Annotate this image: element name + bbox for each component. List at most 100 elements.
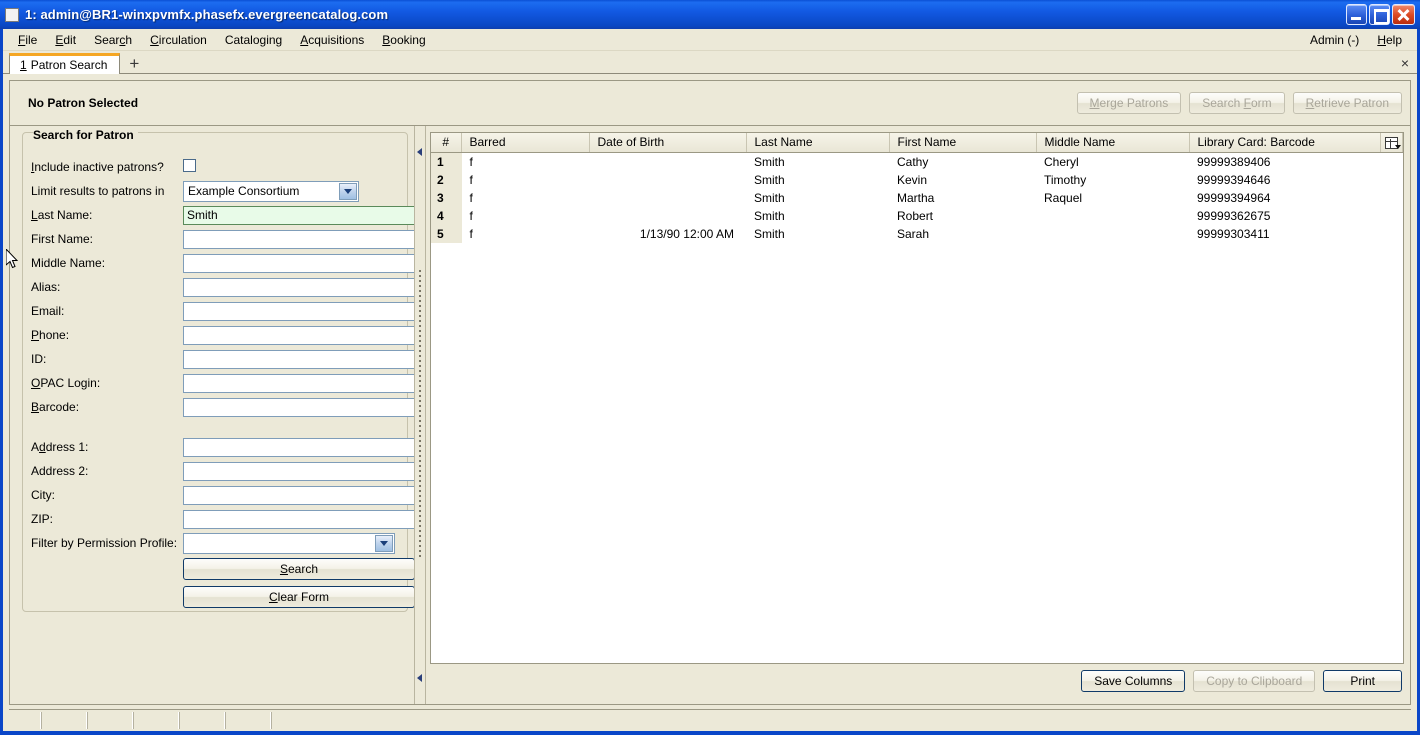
alias-label: Alias:	[31, 280, 61, 294]
merge-patrons-button[interactable]: Merge Patrons	[1076, 92, 1182, 114]
menu-cataloging[interactable]: Cataloging	[216, 31, 291, 49]
opac-login-control	[183, 373, 414, 393]
middle-name-input[interactable]	[183, 253, 414, 273]
minimize-button[interactable]	[1346, 4, 1367, 25]
search-for-patron-group: Search for Patron Include inactive patro…	[22, 128, 414, 612]
cell-barred: f	[469, 154, 473, 169]
column-header-barred[interactable]: Barred	[461, 133, 590, 153]
table-row[interactable]: 5 f 1/13/90 12:00 AM Smith Sarah 99999303411	[431, 224, 1403, 243]
id-control	[183, 349, 414, 369]
email-control	[183, 301, 414, 321]
cell-middle-name: Timothy	[1044, 172, 1087, 187]
zip-label: ZIP:	[31, 512, 54, 526]
save-columns-button[interactable]: Save Columns	[1081, 670, 1186, 692]
close-tab-button[interactable]: ×	[1401, 56, 1409, 73]
column-header-first-name[interactable]: First Name	[889, 133, 1037, 153]
status-segment-7	[271, 712, 1409, 729]
form-spacer	[31, 419, 399, 435]
cell-barred: f	[469, 172, 473, 187]
barcode-input[interactable]	[183, 397, 414, 417]
cell-last-name: Smith	[754, 172, 785, 187]
tab-strip: 1 Patron Search + ×	[3, 51, 1417, 74]
address2-control	[183, 461, 414, 481]
menu-edit[interactable]: Edit	[46, 31, 85, 49]
split-panes: Search for Patron Include inactive patro…	[9, 125, 1411, 705]
zip-row: ZIP:	[31, 507, 414, 531]
phone-input[interactable]	[183, 325, 414, 345]
last-name-input[interactable]	[183, 205, 414, 225]
clear-button-control: Clear Form	[183, 586, 414, 608]
middle-name-row: Middle Name:	[31, 251, 414, 275]
first-name-input[interactable]	[183, 229, 414, 249]
tab-patron-search[interactable]: 1 Patron Search	[9, 53, 121, 74]
menu-admin[interactable]: Admin (-)	[1301, 31, 1368, 49]
middle-name-control	[183, 253, 414, 273]
column-header-last-name[interactable]: Last Name	[746, 133, 890, 153]
cell-middle-name	[1036, 225, 1189, 243]
table-row[interactable]: 1 f Smith Cathy Cheryl 99999389406	[431, 152, 1403, 171]
alias-input[interactable]	[183, 277, 414, 297]
city-input[interactable]	[183, 485, 414, 505]
menu-search[interactable]: Search	[85, 31, 141, 49]
table-row[interactable]: 4 f Smith Robert 99999362675	[431, 206, 1403, 225]
cell-spacer	[1381, 225, 1403, 243]
cell-spacer	[1381, 189, 1403, 207]
maximize-button[interactable]	[1369, 4, 1390, 25]
cell-spacer	[1381, 207, 1403, 225]
pane-splitter[interactable]	[414, 126, 426, 704]
menu-circulation[interactable]: Circulation	[141, 31, 216, 49]
menu-bar-right: Admin (-) Help	[1301, 31, 1411, 49]
email-input[interactable]	[183, 301, 414, 321]
menu-acquisitions[interactable]: Acquisitions	[291, 31, 373, 49]
chevron-down-icon[interactable]	[375, 534, 393, 552]
opac-login-input[interactable]	[183, 373, 414, 393]
address1-input[interactable]	[183, 437, 414, 457]
permission-profile-select[interactable]	[183, 532, 395, 554]
cell-first-name: Robert	[897, 208, 934, 223]
limit-results-label: Limit results to patrons in	[31, 184, 165, 198]
clear-form-button[interactable]: Clear Form	[183, 586, 414, 608]
cell-last-name: Smith	[754, 208, 785, 223]
include-inactive-checkbox[interactable]	[183, 159, 196, 172]
first-name-label: First Name:	[31, 232, 94, 246]
chevron-down-icon[interactable]	[339, 182, 357, 200]
new-tab-button[interactable]: +	[120, 55, 148, 73]
email-row: Email:	[31, 299, 414, 323]
cell-barred: f	[469, 226, 473, 241]
menu-booking[interactable]: Booking	[373, 31, 434, 49]
column-header-dob[interactable]: Date of Birth	[589, 133, 747, 153]
column-picker-icon[interactable]	[1385, 137, 1401, 150]
cell-middle-name	[1036, 207, 1189, 225]
last-name-row: Last Name:	[31, 203, 414, 227]
retrieve-patron-button[interactable]: Retrieve Patron	[1292, 92, 1402, 114]
address2-input[interactable]	[183, 461, 414, 481]
close-button[interactable]	[1392, 4, 1415, 25]
search-button[interactable]: Search	[183, 558, 414, 580]
zip-input[interactable]	[183, 509, 414, 529]
menu-file[interactable]: File	[9, 31, 46, 49]
cell-number: 5	[431, 224, 462, 243]
id-input[interactable]	[183, 349, 414, 369]
cell-date-of-birth	[589, 207, 746, 225]
print-button[interactable]: Print	[1323, 670, 1402, 692]
menu-file-label: ile	[25, 32, 38, 47]
copy-to-clipboard-button[interactable]: Copy to Clipboard	[1193, 670, 1316, 692]
address1-control	[183, 437, 414, 457]
column-header-middle-name[interactable]: Middle Name	[1036, 133, 1190, 153]
search-form-button[interactable]: Search Form	[1189, 92, 1285, 114]
splitter-collapse-top-icon[interactable]	[417, 148, 422, 156]
cell-barred: f	[469, 190, 473, 205]
column-header-number[interactable]: #	[431, 133, 462, 153]
tab-number: 1	[20, 58, 27, 72]
opac-login-label: OPAC Login:	[31, 376, 101, 390]
splitter-collapse-bottom-icon[interactable]	[417, 674, 422, 682]
column-header-library-card[interactable]: Library Card: Barcode	[1189, 133, 1381, 153]
library-select[interactable]: Example Consortium	[183, 180, 359, 202]
cell-library-card: 99999389406	[1197, 154, 1271, 169]
table-row[interactable]: 2 f Smith Kevin Timothy 99999394646	[431, 170, 1403, 189]
table-row[interactable]: 3 f Smith Martha Raquel 99999394964	[431, 188, 1403, 207]
first-name-row: First Name:	[31, 227, 414, 251]
menu-help[interactable]: Help	[1368, 31, 1411, 49]
status-segment-1	[11, 712, 41, 729]
splitter-grip[interactable]	[419, 270, 421, 560]
